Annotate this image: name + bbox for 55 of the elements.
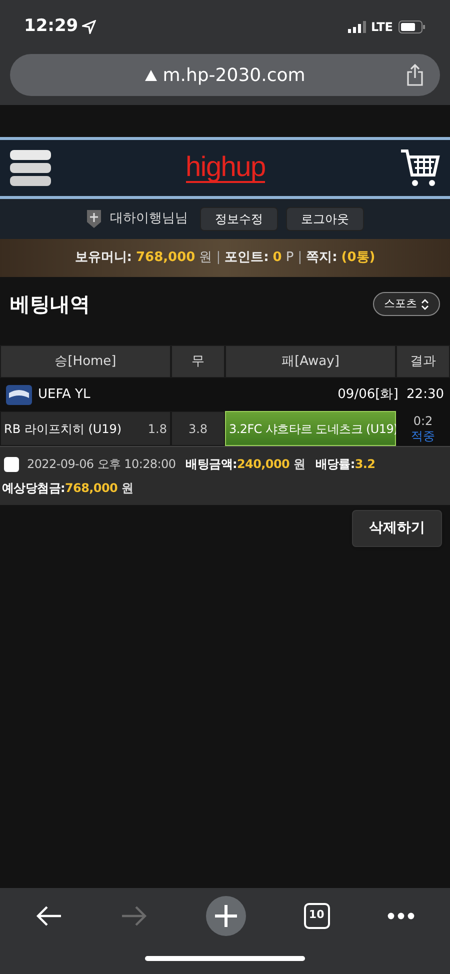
site-logo[interactable]: highup <box>186 153 266 183</box>
unit-text: 원 <box>199 249 212 268</box>
signal-icon <box>348 21 366 33</box>
result-text: 적중 <box>411 428 435 444</box>
balance-value: 0 <box>272 249 282 268</box>
balance-label: 보유머니: <box>74 249 132 268</box>
new-tab-icon[interactable] <box>206 896 246 936</box>
unit-text: P <box>286 249 294 268</box>
sort-caret-icon <box>421 298 429 310</box>
separator-text: | <box>216 249 221 268</box>
more-icon[interactable] <box>387 912 416 920</box>
field-value: 768,000 <box>65 480 118 497</box>
field-value: 3.2 <box>354 456 376 473</box>
column-header: 무 <box>171 345 225 378</box>
checkbox[interactable] <box>4 456 19 472</box>
share-icon[interactable] <box>406 64 424 86</box>
column-header: 패[Away] <box>225 345 396 378</box>
field-label: 예상당첨금: <box>2 480 65 497</box>
logout-button[interactable]: 로그아웃 <box>286 207 364 231</box>
bet-time: 2022-09-06 오후 10:28:00 <box>27 456 176 473</box>
odds-cell[interactable]: RB 라이프치히 (U19) 1.8 <box>0 411 171 446</box>
odds-cell[interactable]: 3.8 <box>171 411 225 446</box>
url-text: m.hp-2030.com <box>162 64 306 88</box>
field-label: 배팅금액: <box>186 456 237 473</box>
username: 대하이행님님 <box>110 210 188 228</box>
edit-info-button[interactable]: 정보수정 <box>200 207 278 231</box>
field-value: 240,000 <box>236 456 290 473</box>
battery-icon <box>398 20 426 34</box>
balance-value: (0통) <box>341 249 376 268</box>
unit-text: 원 <box>122 480 134 497</box>
column-header: 결과 <box>396 345 450 378</box>
balance-label: 쪽지: <box>306 249 338 268</box>
field-label: 배당률: <box>315 456 355 473</box>
menu-icon[interactable] <box>10 149 51 187</box>
network-label: LTE <box>370 19 393 36</box>
location-icon <box>82 20 96 34</box>
match-datetime: 09/06[화] 22:30 <box>338 386 444 404</box>
page-title: 베팅내역 <box>10 291 90 318</box>
league-icon <box>6 384 32 404</box>
address-bar[interactable]: m.hp-2030.com <box>10 54 440 96</box>
warning-icon <box>144 70 157 80</box>
cart-icon[interactable] <box>400 148 440 188</box>
league-name: UEFA YL <box>38 386 90 404</box>
column-header: 승[Home] <box>0 345 171 378</box>
score-text: 0:2 <box>413 414 433 428</box>
balance-value: 768,000 <box>136 249 196 268</box>
back-icon[interactable] <box>34 904 63 928</box>
shield-icon <box>86 209 102 229</box>
clock-time: 12:29 <box>24 15 78 38</box>
category-dropdown[interactable]: 스포츠 <box>373 292 440 316</box>
separator-text: | <box>298 249 302 268</box>
balance-label: 포인트: <box>224 249 269 268</box>
tab-count-button[interactable]: 10 <box>304 902 330 928</box>
unit-text: 원 <box>294 456 306 473</box>
delete-button[interactable]: 삭제하기 <box>352 510 442 547</box>
